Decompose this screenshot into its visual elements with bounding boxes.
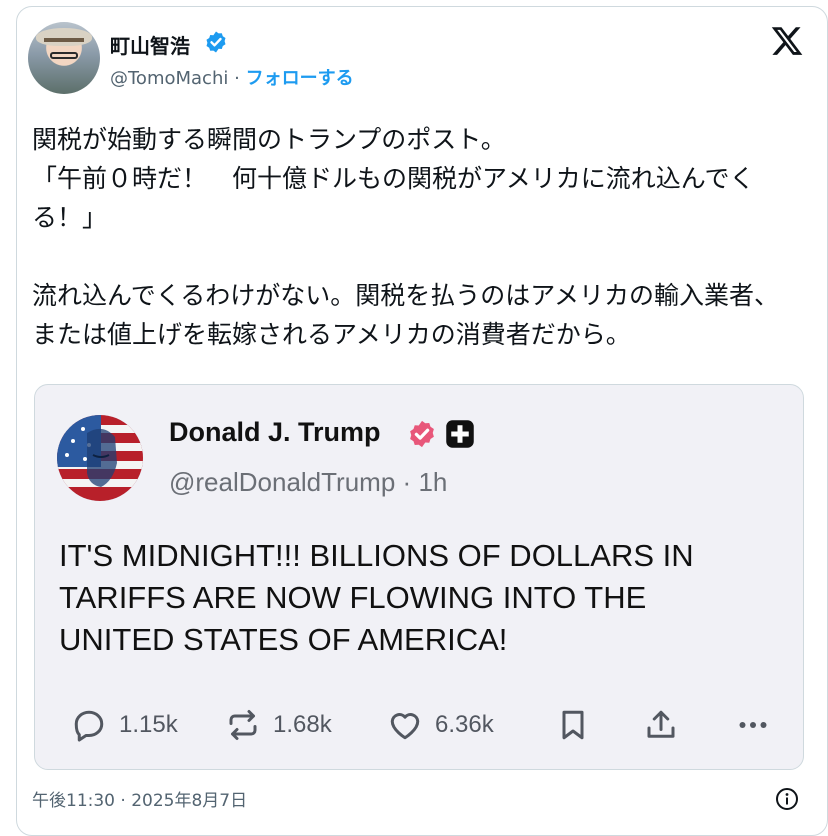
repost-icon bbox=[229, 710, 257, 740]
author-handle-row: @TomoMachi · フォローする bbox=[110, 64, 354, 90]
quoted-separator: · bbox=[402, 467, 412, 497]
quoted-action-bar: 1.15k 1.68k 6.36k bbox=[35, 703, 803, 747]
like-count: 6.36k bbox=[435, 711, 494, 738]
quoted-time: 1h bbox=[418, 467, 448, 497]
quoted-handle[interactable]: @realDonaldTrump bbox=[169, 467, 395, 497]
reply-count: 1.15k bbox=[119, 711, 178, 738]
x-logo-icon[interactable] bbox=[770, 24, 804, 58]
like-button[interactable]: 6.36k bbox=[387, 703, 494, 747]
info-icon[interactable] bbox=[775, 787, 799, 811]
avatar-hat bbox=[36, 28, 92, 46]
plus-icon bbox=[446, 420, 474, 448]
bookmark-button[interactable] bbox=[555, 703, 591, 747]
avatar-glasses bbox=[50, 52, 78, 59]
quoted-text: IT'S MIDNIGHT!!! BILLIONS OF DOLLARS IN … bbox=[59, 538, 694, 657]
reply-icon bbox=[74, 710, 104, 742]
quoted-avatar[interactable] bbox=[57, 415, 143, 501]
quoted-author-name[interactable]: Donald J. Trump bbox=[169, 417, 381, 448]
quoted-post[interactable]: Donald J. Trump @realDonaldTrump · 1h IT… bbox=[34, 384, 804, 770]
handle-separator: · bbox=[234, 68, 240, 89]
reply-button[interactable]: 1.15k bbox=[71, 703, 178, 747]
follow-button[interactable]: フォローする bbox=[246, 68, 354, 89]
more-icon bbox=[739, 722, 767, 728]
post-timestamp[interactable]: 午後11:30 · 2025年8月7日 bbox=[32, 786, 247, 811]
author-handle[interactable]: @TomoMachi bbox=[110, 68, 228, 89]
avatar[interactable] bbox=[28, 22, 100, 94]
post-text: 関税が始動する瞬間のトランプのポスト。 「午前０時だ！ 何十億ドルもの関税がアメ… bbox=[32, 125, 780, 349]
author-name[interactable]: 町山智浩 bbox=[110, 30, 190, 59]
share-button[interactable] bbox=[643, 703, 679, 747]
quoted-handle-row: @realDonaldTrump · 1h bbox=[169, 467, 447, 498]
verified-badge-icon bbox=[206, 31, 226, 53]
like-icon bbox=[390, 713, 420, 740]
repost-count: 1.68k bbox=[273, 711, 332, 738]
more-button[interactable] bbox=[735, 703, 771, 747]
share-icon bbox=[647, 710, 675, 738]
bookmark-icon bbox=[562, 710, 584, 740]
avatar-hatband bbox=[44, 38, 84, 42]
truth-verified-badge-icon bbox=[410, 420, 434, 448]
repost-button[interactable]: 1.68k bbox=[225, 703, 332, 747]
